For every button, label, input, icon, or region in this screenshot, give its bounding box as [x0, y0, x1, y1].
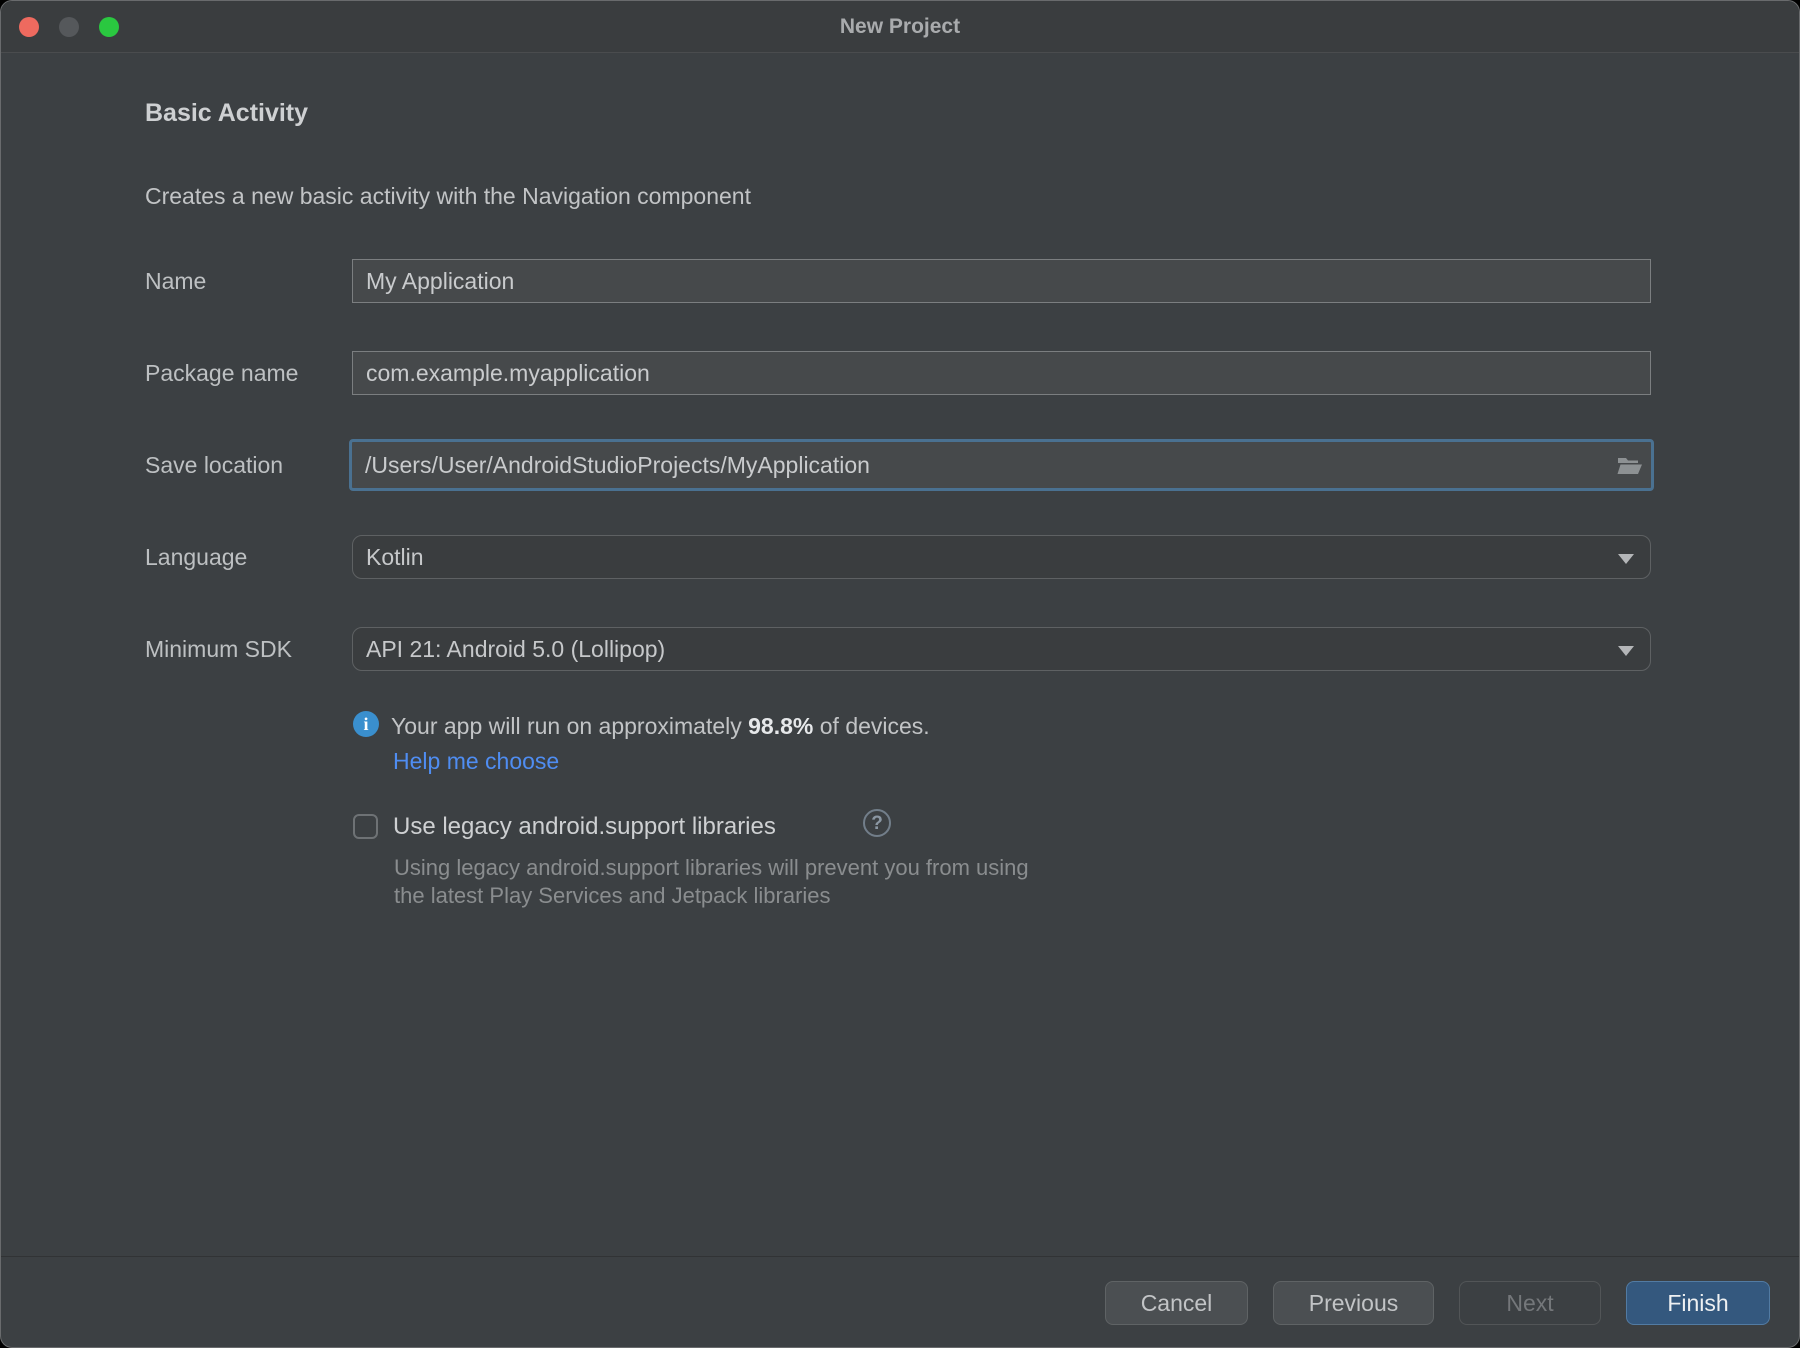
minimum-sdk-label: Minimum SDK [145, 636, 292, 662]
chevron-down-icon [1618, 646, 1634, 656]
sdk-coverage-percent: 98.8% [748, 713, 814, 739]
legacy-description-line2: the latest Play Services and Jetpack lib… [394, 883, 831, 908]
save-location-label: Save location [145, 452, 284, 478]
legacy-libraries-checkbox[interactable] [353, 814, 378, 839]
language-dropdown[interactable]: Kotlin [352, 535, 1651, 579]
window-title: New Project [839, 15, 961, 38]
info-icon: i [353, 711, 379, 737]
cancel-button[interactable]: Cancel [1105, 1281, 1248, 1325]
finish-button[interactable]: Finish [1626, 1281, 1770, 1325]
next-button: Next [1459, 1281, 1601, 1325]
legacy-libraries-label: Use legacy android.support libraries [393, 813, 776, 840]
previous-button[interactable]: Previous [1273, 1281, 1434, 1325]
sdk-coverage-text: Your app will run on approximately 98.8%… [391, 713, 930, 740]
browse-folder-button[interactable] [1609, 442, 1651, 488]
save-location-input[interactable] [352, 442, 1609, 488]
sdk-coverage-prefix: Your app will run on approximately [391, 713, 749, 739]
question-icon[interactable]: ? [863, 809, 891, 837]
language-value: Kotlin [366, 543, 424, 570]
help-me-choose-link[interactable]: Help me choose [393, 748, 559, 775]
save-location-field [349, 439, 1654, 491]
new-project-dialog: New Project Basic Activity Creates a new… [0, 0, 1800, 1348]
chevron-down-icon [1618, 554, 1634, 564]
language-label: Language [145, 544, 248, 570]
legacy-description-line1: Using legacy android.support libraries w… [394, 855, 1029, 880]
name-label: Name [145, 268, 207, 294]
name-input[interactable] [352, 259, 1651, 303]
minimum-sdk-dropdown[interactable]: API 21: Android 5.0 (Lollipop) [352, 627, 1651, 671]
package-name-input[interactable] [352, 351, 1651, 395]
footer-divider [1, 1256, 1799, 1257]
minimum-sdk-value: API 21: Android 5.0 (Lollipop) [366, 635, 666, 662]
folder-open-icon [1617, 458, 1642, 474]
package-name-label: Package name [145, 360, 299, 386]
sdk-coverage-suffix: of devices. [813, 713, 930, 739]
page-subtitle: Creates a new basic activity with the Na… [145, 183, 751, 209]
titlebar: New Project [1, 1, 1799, 53]
page-title: Basic Activity [145, 99, 309, 127]
